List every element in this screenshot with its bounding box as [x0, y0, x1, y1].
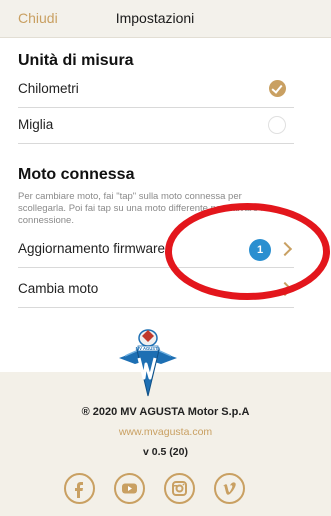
unit-option-label: Miglia [18, 117, 54, 132]
units-section-title: Unità di misura [18, 52, 134, 69]
red-highlight-ellipse [165, 203, 330, 300]
copyright-text: ® 2020 MV AGUSTA Motor S.p.A [81, 406, 250, 418]
unit-option-kilometers[interactable]: Chilometri [18, 72, 294, 108]
website-link[interactable]: www.mvagusta.com [0, 426, 331, 438]
page-title: Impostazioni [115, 10, 195, 26]
unit-option-miles[interactable]: Miglia [18, 108, 294, 144]
instagram-icon[interactable] [164, 473, 195, 504]
facebook-icon[interactable] [64, 473, 95, 504]
connected-section-title: Moto connessa [18, 166, 135, 183]
unit-option-label: Chilometri [18, 81, 79, 96]
navigation-bar: Chiudi Impostazioni [0, 0, 331, 38]
youtube-icon[interactable] [114, 473, 145, 504]
mv-agusta-logo-icon: MV AGUSTA [119, 329, 177, 397]
change-bike-label: Cambia moto [18, 281, 99, 296]
unselected-radio-icon [268, 116, 286, 134]
svg-text:MV AGUSTA: MV AGUSTA [136, 346, 161, 351]
vimeo-icon[interactable] [214, 473, 245, 504]
version-text: v 0.5 (20) [143, 446, 188, 458]
firmware-update-label: Aggiornamento firmware [18, 241, 166, 256]
checkmark-icon [269, 80, 286, 97]
